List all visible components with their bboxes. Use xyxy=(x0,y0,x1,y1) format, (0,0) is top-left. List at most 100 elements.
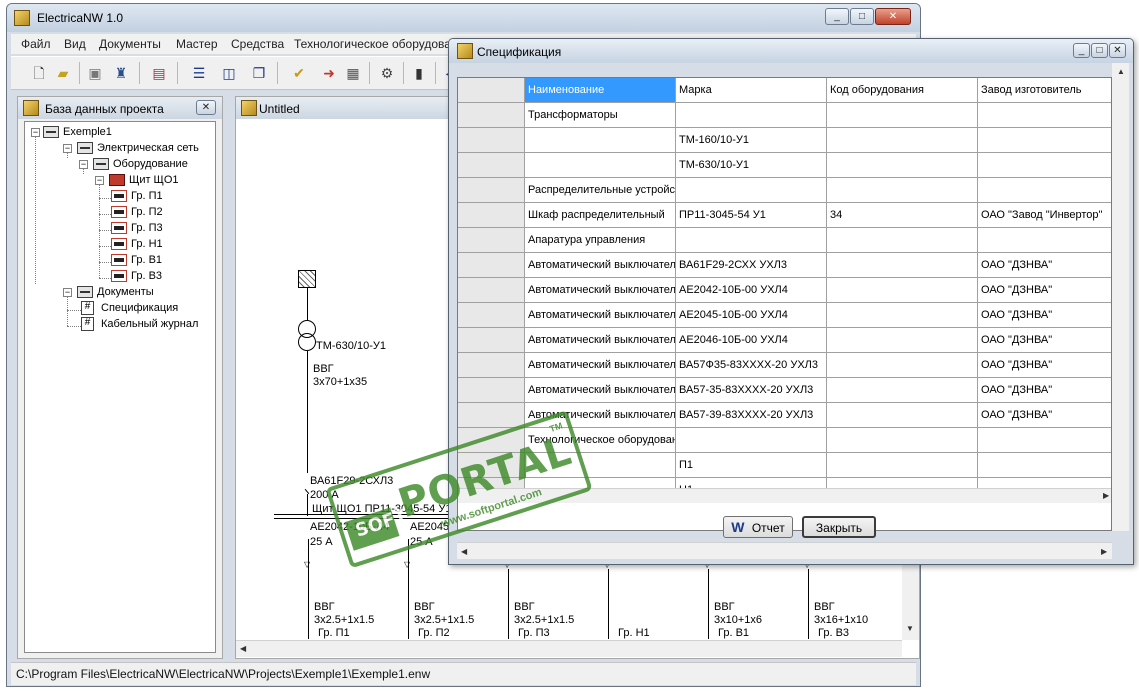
grid-cell[interactable]: Автоматический выключатель xyxy=(525,328,676,353)
main-title-bar[interactable]: ElectricaNW 1.0 _ □ ✕ xyxy=(7,4,920,32)
save-icon[interactable]: ▣ xyxy=(85,63,105,83)
grid-cell[interactable] xyxy=(525,128,676,153)
column-header-brand[interactable]: Марка xyxy=(676,78,827,103)
scroll-down-icon[interactable]: ▼ xyxy=(906,624,914,633)
grid-cell[interactable] xyxy=(978,178,1111,203)
grid-cell[interactable]: АЕ2045-10Б-00 УХЛ4 xyxy=(676,303,827,328)
new-file-icon[interactable]: 🗋 xyxy=(29,63,49,83)
grid-cell[interactable]: Автоматический выключатель xyxy=(525,253,676,278)
menu-documents[interactable]: Документы xyxy=(99,37,161,51)
menu-file[interactable]: Файл xyxy=(21,37,51,51)
grid-cell[interactable] xyxy=(827,453,978,478)
grid-cell[interactable]: ТМ-630/10-У1 xyxy=(676,153,827,178)
grid-cell[interactable]: Апаратура управления xyxy=(525,228,676,253)
spec-bottom-scrollbar[interactable]: ◀ ▶ xyxy=(457,542,1112,559)
grid-cell[interactable]: ТМ-160/10-У1 xyxy=(676,128,827,153)
tree-node-group-v1[interactable]: Гр. В1 xyxy=(111,252,201,268)
grid-cell[interactable]: ВА61F29-2СХХ УХЛ3 xyxy=(676,253,827,278)
spec-close-button[interactable]: ✕ xyxy=(1109,43,1126,58)
grid-cell[interactable] xyxy=(676,428,827,453)
row-header[interactable] xyxy=(458,153,525,178)
tree-node-panel-shchO1[interactable]: − Щит ЩО1 xyxy=(75,172,205,188)
row-header[interactable] xyxy=(458,378,525,403)
spec-maximize-button[interactable]: □ xyxy=(1091,43,1108,58)
grid-cell[interactable] xyxy=(827,253,978,278)
grid-cell[interactable] xyxy=(827,428,978,453)
grid-cell[interactable]: Автоматический выключатель xyxy=(525,378,676,403)
grid-cell[interactable]: 34 xyxy=(827,203,978,228)
grid-cell[interactable]: П1 xyxy=(676,453,827,478)
tree-node-specification[interactable]: # Спецификация xyxy=(81,300,201,316)
grid-cell[interactable] xyxy=(827,128,978,153)
row-header[interactable] xyxy=(458,328,525,353)
grid-cell[interactable]: АЕ2042-10Б-00 УХЛ4 xyxy=(676,278,827,303)
row-header[interactable] xyxy=(458,278,525,303)
grid-cell[interactable] xyxy=(827,328,978,353)
grid-cell[interactable]: ОАО "ДЗНВА" xyxy=(978,303,1111,328)
column-header-name[interactable]: Наименование xyxy=(525,78,676,103)
grid-cell[interactable] xyxy=(827,103,978,128)
scroll-right-icon[interactable]: ▶ xyxy=(1103,491,1109,500)
collapse-toggle[interactable]: − xyxy=(95,176,104,185)
grid-cell[interactable] xyxy=(978,428,1111,453)
row-header[interactable] xyxy=(458,253,525,278)
row-header[interactable] xyxy=(458,178,525,203)
tree-node-group-n1[interactable]: Гр. Н1 xyxy=(111,236,201,252)
row-header[interactable] xyxy=(458,228,525,253)
grid-cell[interactable]: Шкаф распределительный xyxy=(525,203,676,228)
grid-cell[interactable] xyxy=(978,103,1111,128)
grid-cell[interactable] xyxy=(676,178,827,203)
print-doc-icon[interactable]: ▦ xyxy=(343,63,363,83)
grid-cell[interactable]: АЕ2046-10Б-00 УХЛ4 xyxy=(676,328,827,353)
grid-cell[interactable] xyxy=(827,228,978,253)
collapse-toggle[interactable]: − xyxy=(63,144,72,153)
books-icon[interactable]: ▤ xyxy=(149,63,169,83)
grid-cell[interactable]: ОАО "ДЗНВА" xyxy=(978,253,1111,278)
scroll-right-icon[interactable]: ▶ xyxy=(1101,547,1107,556)
row-header[interactable] xyxy=(458,203,525,228)
open-folder-icon[interactable]: ▰ xyxy=(53,63,73,83)
grid-cell[interactable] xyxy=(827,153,978,178)
layout-rows-icon[interactable]: ☰ xyxy=(189,63,209,83)
grid-cell[interactable]: ОАО "ДЗНВА" xyxy=(978,328,1111,353)
column-header-manufacturer[interactable]: Завод изготовитель xyxy=(978,78,1111,103)
grid-cell[interactable] xyxy=(827,353,978,378)
grid-cell[interactable]: ВА57Ф35-83ХХХХ-20 УХЛ3 xyxy=(676,353,827,378)
grid-cell[interactable]: ВА57-35-83ХХХХ-20 УХЛ3 xyxy=(676,378,827,403)
device-icon[interactable]: ▮ xyxy=(409,63,429,83)
tree-node-equipment[interactable]: − Оборудование xyxy=(59,156,209,172)
document-horizontal-scrollbar[interactable]: ◀ xyxy=(236,640,902,657)
grid-cell[interactable] xyxy=(676,103,827,128)
spec-minimize-button[interactable]: _ xyxy=(1073,43,1090,58)
grid-cell[interactable]: ПР11-3045-54 У1 xyxy=(676,203,827,228)
grid-cell[interactable] xyxy=(525,153,676,178)
scroll-left-icon[interactable]: ◀ xyxy=(240,644,246,653)
grid-cell[interactable]: Трансформаторы xyxy=(525,103,676,128)
scroll-up-icon[interactable]: ▲ xyxy=(1117,67,1125,76)
grid-cell[interactable]: ОАО "ДЗНВА" xyxy=(978,278,1111,303)
collapse-toggle[interactable]: − xyxy=(79,160,88,169)
report-button[interactable]: W Отчет xyxy=(723,516,793,538)
grid-cell[interactable] xyxy=(827,303,978,328)
grid-cell[interactable]: Распределительные устройств xyxy=(525,178,676,203)
menu-view[interactable]: Вид xyxy=(64,37,86,51)
tree-node-electrical-network[interactable]: − Электрическая сеть xyxy=(43,140,213,156)
grid-cell[interactable] xyxy=(827,178,978,203)
grid-cell[interactable] xyxy=(827,278,978,303)
panel-close-button[interactable]: ✕ xyxy=(196,100,216,115)
grid-cell[interactable] xyxy=(827,403,978,428)
grid-cell[interactable]: ОАО "ДЗНВА" xyxy=(978,353,1111,378)
grid-cell[interactable] xyxy=(978,453,1111,478)
tree-node-cable-journal[interactable]: # Кабельный журнал xyxy=(81,316,211,332)
menu-wizard[interactable]: Мастер xyxy=(176,37,218,51)
tree-node-project[interactable]: − Exemple1 xyxy=(27,124,207,140)
close-button[interactable]: ✕ xyxy=(875,8,911,25)
column-header-code[interactable]: Код оборудования xyxy=(827,78,978,103)
grid-cell[interactable]: Автоматический выключатель xyxy=(525,303,676,328)
row-header[interactable] xyxy=(458,303,525,328)
maximize-button[interactable]: □ xyxy=(850,8,874,25)
minimize-button[interactable]: _ xyxy=(825,8,849,25)
row-header[interactable] xyxy=(458,128,525,153)
grid-cell[interactable]: ОАО "ДЗНВА" xyxy=(978,403,1111,428)
grid-cell[interactable] xyxy=(827,378,978,403)
